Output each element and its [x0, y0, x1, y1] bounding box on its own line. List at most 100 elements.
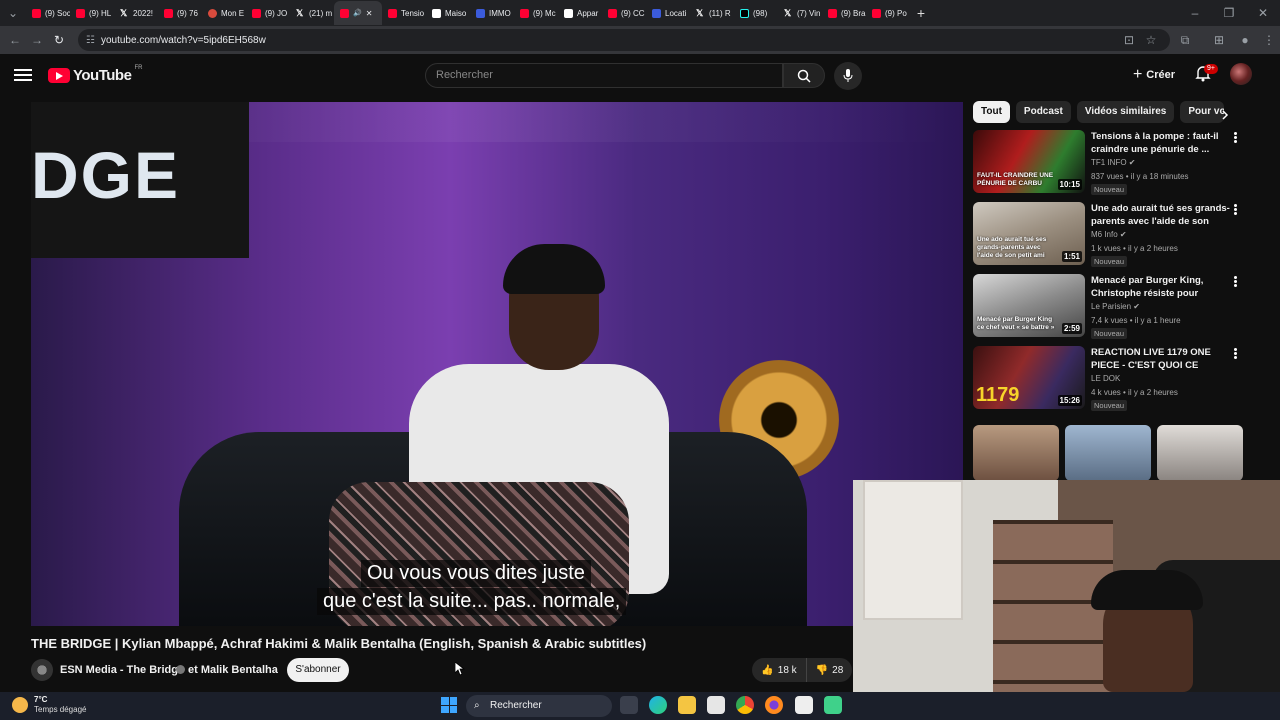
- file-explorer-icon[interactable]: [678, 696, 696, 714]
- browser-tab[interactable]: Maiso: [426, 1, 470, 25]
- youtube-header: YouTube FR Rechercher + Créer 9+: [0, 54, 1280, 96]
- weather-temperature[interactable]: 7°C: [34, 695, 47, 704]
- channel-collaborator[interactable]: et Malik Bentalha: [188, 664, 278, 676]
- recommendation-title[interactable]: Une ado aurait tué ses grands-parents av…: [1091, 202, 1231, 228]
- profile-icon[interactable]: ●: [1234, 29, 1256, 51]
- close-tab-icon[interactable]: ✕: [366, 9, 373, 18]
- dislike-button[interactable]: 👎 28: [807, 658, 852, 682]
- more-actions-icon[interactable]: [1234, 276, 1238, 288]
- firefox-icon[interactable]: [765, 696, 783, 714]
- recommendation-channel[interactable]: TF1 INFO ✔: [1091, 158, 1136, 167]
- maximize-button[interactable]: ❐: [1212, 2, 1246, 24]
- like-button[interactable]: 👍 18 k: [752, 658, 807, 682]
- video-player[interactable]: DGE Ou vous vous dites juste que c'est l…: [31, 102, 963, 626]
- forward-button[interactable]: →: [26, 29, 48, 51]
- browser-tab[interactable]: 𝕏 (21) m: [290, 1, 334, 25]
- browser-tab[interactable]: Locati: [646, 1, 690, 25]
- weather-description[interactable]: Temps dégagé: [34, 705, 86, 714]
- verified-check-icon: ✔: [1128, 158, 1136, 167]
- browser-tab[interactable]: 🔊 ✕: [334, 1, 382, 25]
- new-tab-button[interactable]: +: [910, 2, 932, 24]
- browser-tab[interactable]: IMMO: [470, 1, 514, 25]
- more-actions-icon[interactable]: [1234, 132, 1238, 144]
- channel-name[interactable]: ESN Media - The Bridge: [60, 664, 184, 676]
- youtube-logo[interactable]: YouTube FR: [48, 65, 142, 85]
- moon-weather-icon[interactable]: [12, 697, 28, 713]
- short-thumbnail[interactable]: [1157, 425, 1243, 481]
- more-actions-icon[interactable]: [1234, 204, 1238, 216]
- chip-for-you[interactable]: Pour vous: [1180, 101, 1225, 123]
- recommendation-channel[interactable]: LE DOK: [1091, 374, 1120, 383]
- browser-tab[interactable]: Tensio: [382, 1, 426, 25]
- address-bar[interactable]: ☷ youtube.com/watch?v=5ipd6EH568w: [78, 29, 1170, 51]
- recommendation-item[interactable]: Une ado aurait tué ses grands-parents av…: [973, 202, 1243, 268]
- browser-tab[interactable]: Mon E: [202, 1, 246, 25]
- video-thumbnail[interactable]: FAUT-IL CRAINDRE UNE PÉNURIE DE CARBU 10…: [973, 130, 1085, 193]
- minimize-button[interactable]: –: [1178, 2, 1212, 24]
- taskbar-search[interactable]: ⌕ Rechercher: [466, 695, 612, 717]
- browser-tab[interactable]: (9) Bra: [822, 1, 866, 25]
- windows-start-icon[interactable]: [441, 697, 457, 713]
- browser-tab[interactable]: (9) Mc: [514, 1, 558, 25]
- search-button[interactable]: [783, 63, 825, 88]
- video-thumbnail[interactable]: Une ado aurait tué ses grands-parents av…: [973, 202, 1085, 265]
- recommendation-title[interactable]: REACTION LIVE 1179 ONE PIECE - C'EST QUO…: [1091, 346, 1231, 372]
- sidebar-icon[interactable]: ⊞: [1208, 29, 1230, 51]
- video-thumbnail[interactable]: Menacé par Burger King ce chef veut « se…: [973, 274, 1085, 337]
- browser-tab[interactable]: 𝕏 (11) R: [690, 1, 734, 25]
- recommendation-title[interactable]: Menacé par Burger King, Christophe résis…: [1091, 274, 1231, 300]
- recommendation-channel[interactable]: M6 Info ✔: [1091, 230, 1127, 239]
- short-thumbnail[interactable]: [1065, 425, 1151, 481]
- tab-search-button[interactable]: ⌄: [0, 2, 26, 24]
- youtube-icon: [388, 8, 397, 18]
- recommendation-title[interactable]: Tensions à la pompe : faut-il craindre u…: [1091, 130, 1231, 156]
- hamburger-menu-icon[interactable]: [14, 66, 32, 82]
- create-button[interactable]: + Créer: [1124, 62, 1184, 88]
- site-info-icon[interactable]: ☷: [86, 35, 95, 46]
- search-input[interactable]: Rechercher: [425, 63, 783, 88]
- chevron-right-icon[interactable]: [1219, 108, 1231, 120]
- extensions-icon[interactable]: ⧉: [1174, 29, 1196, 51]
- recommendation-channel[interactable]: Le Parisien ✔: [1091, 302, 1140, 311]
- back-button[interactable]: ←: [4, 29, 26, 51]
- chrome-icon[interactable]: [736, 696, 754, 714]
- browser-menu-icon[interactable]: ⋮: [1258, 29, 1280, 51]
- browser-tab[interactable]: 𝕏 (7) Vin: [778, 1, 822, 25]
- user-avatar[interactable]: [1230, 63, 1252, 85]
- youtube-icon: [828, 8, 837, 18]
- browser-tab[interactable]: Appar: [558, 1, 602, 25]
- browser-tab[interactable]: (9) Po: [866, 1, 910, 25]
- chip-similar-videos[interactable]: Vidéos similaires: [1076, 101, 1175, 123]
- short-thumbnail[interactable]: [973, 425, 1059, 481]
- chip-podcast[interactable]: Podcast: [1015, 101, 1071, 123]
- like-dislike-group: 👍 18 k 👎 28: [752, 658, 852, 682]
- edge-icon[interactable]: [649, 696, 667, 714]
- store-icon[interactable]: [707, 696, 725, 714]
- chip-tout[interactable]: Tout: [973, 101, 1010, 123]
- browser-tab[interactable]: (9) 76: [158, 1, 202, 25]
- close-window-button[interactable]: ✕: [1246, 2, 1280, 24]
- obs-icon[interactable]: [824, 696, 842, 714]
- recommendation-item[interactable]: FAUT-IL CRAINDRE UNE PÉNURIE DE CARBU 10…: [973, 130, 1243, 196]
- app-icon[interactable]: [795, 696, 813, 714]
- browser-tab[interactable]: (98): [734, 1, 778, 25]
- install-app-icon[interactable]: ⊡: [1118, 29, 1140, 51]
- task-view-icon[interactable]: [620, 696, 638, 714]
- browser-tab[interactable]: (9) Soc: [26, 1, 70, 25]
- recommendation-item[interactable]: 1179 15:26 REACTION LIVE 1179 ONE PIECE …: [973, 346, 1243, 412]
- speaker-icon[interactable]: 🔊: [353, 9, 362, 17]
- browser-tab[interactable]: 𝕏 2022!: [114, 1, 158, 25]
- tab-label: (9) Po: [885, 8, 907, 18]
- browser-tab[interactable]: (9) JO: [246, 1, 290, 25]
- voice-search-button[interactable]: [834, 62, 862, 90]
- subscribe-button[interactable]: S'abonner: [287, 658, 349, 682]
- browser-tab[interactable]: (9) CC: [602, 1, 646, 25]
- tiktok-icon: [740, 8, 749, 18]
- video-thumbnail[interactable]: 1179 15:26: [973, 346, 1085, 409]
- more-actions-icon[interactable]: [1234, 348, 1238, 360]
- reload-button[interactable]: ↻: [48, 29, 70, 51]
- browser-tab[interactable]: (9) HL: [70, 1, 114, 25]
- recommendation-item[interactable]: Menacé par Burger King ce chef veut « se…: [973, 274, 1243, 340]
- channel-avatar[interactable]: [31, 659, 53, 681]
- bookmark-star-icon[interactable]: ☆: [1140, 29, 1162, 51]
